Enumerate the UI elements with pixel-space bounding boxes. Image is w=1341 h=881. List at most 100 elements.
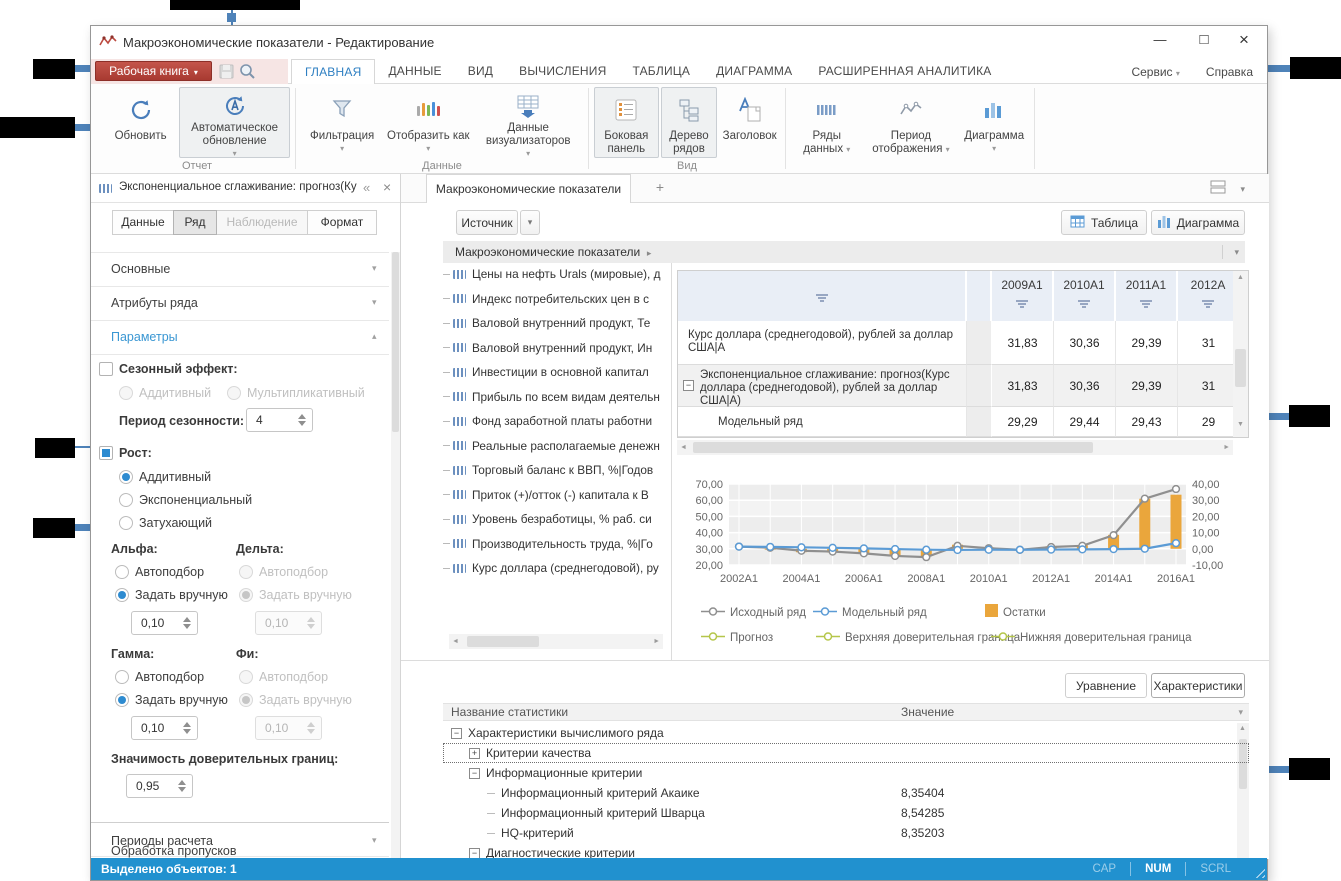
legend-item[interactable]: Нижняя доверительная граница (991, 629, 1192, 647)
expander-minus-icon[interactable]: − (469, 848, 480, 859)
table-row-name[interactable]: Курс доллара (среднегодовой), рублей за … (678, 321, 967, 365)
spinner-down-icon[interactable] (183, 729, 191, 734)
filtering-button[interactable]: Фильтрация ▾ (301, 87, 383, 158)
seasonal-checkbox[interactable] (99, 362, 113, 376)
stats-row[interactable]: Информационный критерий Акаике8,35404 (443, 783, 1249, 803)
expander-plus-icon[interactable]: + (469, 748, 480, 759)
series-item[interactable]: Курс доллара (среднегодовой), ру (443, 557, 659, 579)
visualizer-data-button[interactable]: Данные визуализаторов ▾ (473, 87, 583, 158)
section-main[interactable]: Основные (111, 262, 170, 276)
filter-funnel-icon[interactable] (1078, 299, 1090, 308)
table-column-header[interactable]: 2011A1 (1116, 271, 1178, 321)
gamma-auto-radio[interactable] (115, 670, 129, 684)
resize-grip[interactable] (1252, 865, 1265, 878)
filter-funnel-icon[interactable] (1016, 299, 1028, 308)
series-item[interactable]: Индекс потребительских цен в с (443, 288, 649, 310)
service-menu[interactable]: Сервис ▾ (1131, 65, 1179, 79)
ribbon-tab-5[interactable]: ТАБЛИЦА (619, 59, 703, 84)
chart-ribbon-button[interactable]: Диаграмма ▾ (959, 87, 1029, 158)
growth-damped-radio[interactable] (119, 516, 133, 530)
scroll-left-icon[interactable]: ◄ (680, 444, 687, 451)
expander-minus-icon[interactable]: − (451, 728, 462, 739)
spinner-down-icon[interactable] (178, 787, 186, 792)
expander-minus-icon[interactable]: − (683, 380, 694, 391)
scroll-down-icon[interactable]: ▼ (1237, 421, 1244, 428)
refresh-button[interactable]: Обновить (104, 87, 177, 158)
layout-icon[interactable] (1210, 180, 1226, 199)
chart-view-button[interactable]: Диаграмма (1151, 210, 1245, 235)
tab-series[interactable]: Ряд (173, 210, 217, 235)
legend-item[interactable]: Прогноз (701, 629, 773, 647)
table-cell[interactable]: 30,36 (1054, 365, 1116, 407)
scroll-up-icon[interactable]: ▲ (1237, 274, 1244, 281)
alpha-manual-radio[interactable] (115, 588, 129, 602)
display-as-button[interactable]: Отобразить как ▾ (385, 87, 471, 158)
series-item[interactable]: Фонд заработной платы работни (443, 410, 652, 432)
collapse-icon[interactable]: « (363, 180, 370, 195)
series-tree-hscrollbar[interactable]: ◄ ► (449, 634, 663, 649)
ribbon-tab-1[interactable]: ГЛАВНАЯ (291, 59, 375, 85)
table-hscrollbar[interactable]: ◄ ► (677, 440, 1233, 455)
section-gaps[interactable]: Обработка пропусков (111, 844, 237, 858)
tab-format[interactable]: Формат (307, 210, 377, 235)
table-cell[interactable]: 31 (1178, 321, 1234, 365)
maximize-button[interactable]: □ (1189, 28, 1219, 52)
table-cell[interactable]: 29,44 (1054, 407, 1116, 437)
ribbon-tab-2[interactable]: ДАННЫЕ (375, 59, 454, 84)
new-tab-button[interactable]: + (649, 179, 671, 199)
scroll-right-icon[interactable]: ► (653, 638, 660, 645)
growth-exponential-radio[interactable] (119, 493, 133, 507)
spinner-down-icon[interactable] (298, 421, 306, 426)
series-item[interactable]: Прибыль по всем видам деятельн (443, 386, 660, 408)
growth-checkbox[interactable] (99, 446, 113, 460)
table-row-name[interactable]: Модельный ряд (678, 407, 967, 437)
chevron-down-icon[interactable]: ▾ (1234, 247, 1239, 258)
stats-row[interactable]: +Критерии качества (443, 743, 1249, 763)
source-button[interactable]: Источник (456, 210, 518, 235)
stats-row[interactable]: Информационный критерий Шварца8,54285 (443, 803, 1249, 823)
spinner-up-icon[interactable] (183, 722, 191, 727)
table-vscrollbar[interactable]: ▲ ▼ (1233, 271, 1248, 437)
alpha-auto-radio[interactable] (115, 565, 129, 579)
filter-funnel-icon[interactable] (1140, 299, 1152, 308)
series-item[interactable]: Приток (+)/отток (-) капитала к В (443, 484, 649, 506)
table-cell[interactable]: 29 (1178, 407, 1234, 437)
series-item[interactable]: Реальные располагаемые денежн (443, 435, 660, 457)
auto-refresh-button[interactable]: Автоматическое обновление ▾ (179, 87, 290, 158)
alpha-stepper[interactable]: 0,10 (131, 611, 198, 635)
table-column-header[interactable]: 2012A (1178, 271, 1234, 321)
table-cell[interactable]: 29,39 (1116, 321, 1178, 365)
chevron-down-icon[interactable]: ▾ (1238, 707, 1243, 718)
data-series-button[interactable]: Ряды данных ▾ (791, 87, 863, 158)
minimize-button[interactable]: — (1145, 28, 1175, 52)
table-cell[interactable]: 30,36 (1054, 321, 1116, 365)
table-header-name-cell[interactable] (678, 271, 967, 321)
series-item[interactable]: Инвестиции в основной капитал (443, 361, 649, 383)
growth-additive-radio[interactable] (119, 470, 133, 484)
source-dropdown-button[interactable]: ▾ (520, 210, 540, 235)
filter-funnel-icon[interactable] (1202, 299, 1214, 308)
ribbon-tab-7[interactable]: РАСШИРЕННАЯ АНАЛИТИКА (805, 59, 1004, 84)
gamma-stepper[interactable]: 0,10 (131, 716, 198, 740)
table-cell[interactable]: 29,39 (1116, 365, 1178, 407)
close-button[interactable]: × (1229, 28, 1259, 52)
characteristics-button[interactable]: Характеристики (1151, 673, 1245, 698)
legend-item[interactable]: Модельный ряд (813, 604, 927, 622)
title-button[interactable]: Заголовок (719, 87, 780, 158)
table-cell[interactable]: 31 (1178, 365, 1234, 407)
table-row-name[interactable]: Экспоненциальное сглаживание: прогноз(Ку… (678, 365, 967, 407)
table-view-button[interactable]: Таблица (1061, 210, 1147, 235)
series-item[interactable]: Цены на нефть Urals (мировые), д (443, 263, 661, 285)
gamma-manual-radio[interactable] (115, 693, 129, 707)
tab-data[interactable]: Данные (112, 210, 174, 235)
filter-funnel-icon[interactable] (816, 293, 828, 302)
workbook-button[interactable]: Рабочая книга▾ (95, 61, 212, 81)
equation-button[interactable]: Уравнение (1065, 673, 1147, 698)
preview-icon[interactable] (239, 63, 256, 85)
save-icon[interactable] (219, 64, 234, 84)
table-cell[interactable]: 29,43 (1116, 407, 1178, 437)
ribbon-tab-3[interactable]: ВИД (455, 59, 506, 84)
panel-close-icon[interactable]: × (383, 179, 391, 195)
document-tab[interactable]: Макроэкономические показатели (426, 174, 631, 203)
stats-row[interactable]: HQ-критерий8,35203 (443, 823, 1249, 843)
